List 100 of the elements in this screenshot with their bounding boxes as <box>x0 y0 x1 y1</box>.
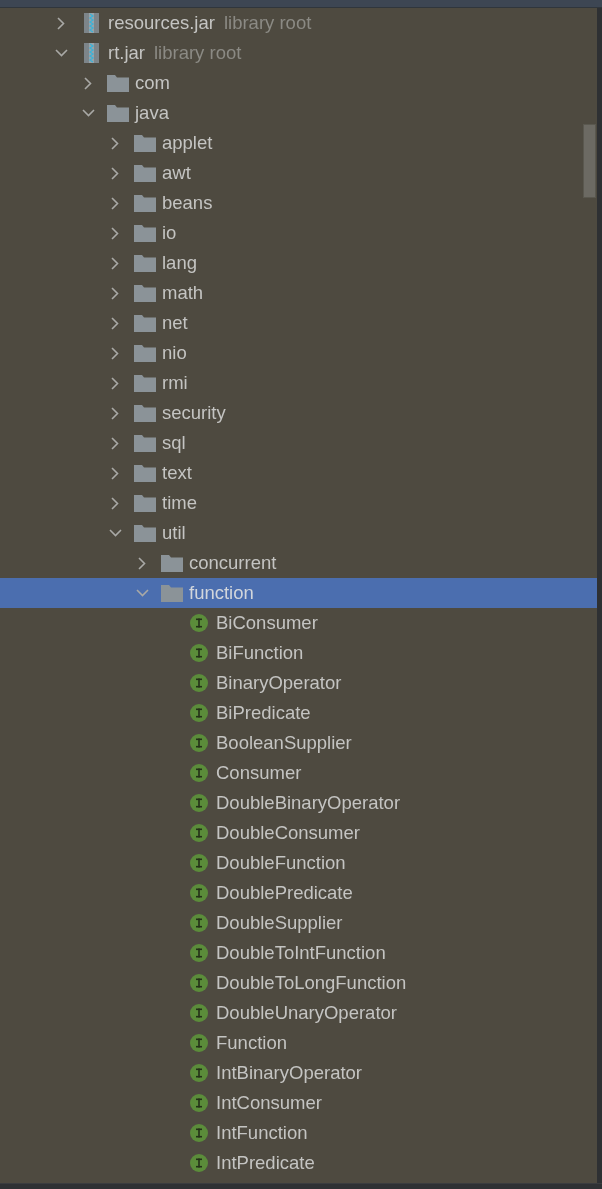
jar-archive-icon <box>83 43 99 63</box>
chevron-right-icon[interactable] <box>111 496 119 510</box>
interface-icon <box>190 884 208 902</box>
tree-row[interactable]: DoubleConsumer <box>0 818 597 848</box>
chevron-right-icon[interactable] <box>111 196 119 210</box>
chevron-right-icon[interactable] <box>111 166 119 180</box>
interface-icon <box>190 644 208 662</box>
chevron-right-icon[interactable] <box>111 316 119 330</box>
chevron-right-icon[interactable] <box>111 406 119 420</box>
folder-icon <box>134 284 156 302</box>
scrollbar-thumb[interactable] <box>583 124 596 198</box>
tree-row[interactable]: awt <box>0 158 597 188</box>
chevron-down-icon[interactable] <box>108 529 122 537</box>
chevron-right-icon[interactable] <box>57 16 65 30</box>
interface-icon <box>190 974 208 992</box>
interface-icon <box>190 914 208 932</box>
tree-row[interactable]: beans <box>0 188 597 218</box>
tree-row[interactable]: IntPredicate <box>0 1148 597 1178</box>
chevron-right-icon[interactable] <box>84 76 92 90</box>
interface-icon <box>190 1034 208 1052</box>
jar-archive-icon <box>83 13 99 33</box>
folder-icon <box>134 344 156 362</box>
interface-icon <box>190 704 208 722</box>
tree-row[interactable]: IntFunction <box>0 1118 597 1148</box>
folder-icon <box>161 584 183 602</box>
chevron-down-icon[interactable] <box>81 109 95 117</box>
folder-icon <box>134 524 156 542</box>
interface-icon <box>190 794 208 812</box>
chevron-right-icon[interactable] <box>111 136 119 150</box>
tree-row[interactable]: text <box>0 458 597 488</box>
library-root-hint: library root <box>223 12 312 34</box>
tree-row[interactable]: DoubleFunction <box>0 848 597 878</box>
tree-row[interactable]: DoubleUnaryOperator <box>0 998 597 1028</box>
chevron-right-icon[interactable] <box>111 376 119 390</box>
folder-icon <box>134 434 156 452</box>
tree-row[interactable]: security <box>0 398 597 428</box>
interface-icon <box>190 944 208 962</box>
tree-row[interactable]: DoublePredicate <box>0 878 597 908</box>
library-root-hint: library root <box>154 42 242 64</box>
interface-icon <box>190 764 208 782</box>
interface-icon <box>190 824 208 842</box>
chevron-right-icon[interactable] <box>138 556 146 570</box>
chevron-right-icon[interactable] <box>111 346 119 360</box>
tree-row[interactable]: IntConsumer <box>0 1088 597 1118</box>
folder-icon <box>134 224 156 242</box>
folder-icon <box>134 404 156 422</box>
folder-icon <box>161 554 183 572</box>
tree-row[interactable]: IntBinaryOperator <box>0 1058 597 1088</box>
tree-row[interactable]: com <box>0 68 597 98</box>
tree-row[interactable]: nio <box>0 338 597 368</box>
interface-icon <box>190 674 208 692</box>
folder-icon <box>107 74 129 92</box>
chevron-down-icon[interactable] <box>54 49 68 57</box>
tree-row[interactable]: function <box>0 578 597 608</box>
tree-row[interactable]: Function <box>0 1028 597 1058</box>
tree-row[interactable]: applet <box>0 128 597 158</box>
interface-icon <box>190 1004 208 1022</box>
interface-icon <box>190 1064 208 1082</box>
interface-icon <box>190 854 208 872</box>
folder-icon <box>134 494 156 512</box>
tree-row[interactable]: concurrent <box>0 548 597 578</box>
tree-row[interactable]: BiPredicate <box>0 698 597 728</box>
tree-row[interactable]: BooleanSupplier <box>0 728 597 758</box>
tree-row[interactable]: resources.jar library root <box>0 8 597 38</box>
folder-icon <box>134 164 156 182</box>
chevron-right-icon[interactable] <box>111 286 119 300</box>
chevron-right-icon[interactable] <box>111 466 119 480</box>
tree-row[interactable]: rt.jar library root <box>0 38 597 68</box>
interface-icon <box>190 1094 208 1112</box>
folder-icon <box>134 374 156 392</box>
folder-icon <box>134 134 156 152</box>
tree-row[interactable]: DoubleSupplier <box>0 908 597 938</box>
tree-row[interactable]: DoubleToLongFunction <box>0 968 597 998</box>
tree-row[interactable]: Consumer <box>0 758 597 788</box>
folder-icon <box>134 194 156 212</box>
tree-row[interactable]: io <box>0 218 597 248</box>
folder-icon <box>134 464 156 482</box>
folder-icon <box>107 104 129 122</box>
tree-row[interactable]: lang <box>0 248 597 278</box>
tree-row[interactable]: sql <box>0 428 597 458</box>
tree-row[interactable]: rmi <box>0 368 597 398</box>
interface-icon <box>190 1124 208 1142</box>
chevron-right-icon[interactable] <box>111 256 119 270</box>
tree-row[interactable]: DoubleBinaryOperator <box>0 788 597 818</box>
tree-row[interactable]: net <box>0 308 597 338</box>
folder-icon <box>134 314 156 332</box>
tree-row[interactable]: BiConsumer <box>0 608 597 638</box>
tree-row[interactable]: BinaryOperator <box>0 668 597 698</box>
tree-row[interactable]: time <box>0 488 597 518</box>
chevron-right-icon[interactable] <box>111 226 119 240</box>
interface-icon <box>190 734 208 752</box>
chevron-right-icon[interactable] <box>111 436 119 450</box>
tree-row[interactable]: util <box>0 518 597 548</box>
folder-icon <box>134 254 156 272</box>
tree-row[interactable]: java <box>0 98 597 128</box>
tree-row[interactable]: BiFunction <box>0 638 597 668</box>
tree-row[interactable]: math <box>0 278 597 308</box>
chevron-down-icon[interactable] <box>135 589 149 597</box>
interface-icon <box>190 614 208 632</box>
tree-row[interactable]: DoubleToIntFunction <box>0 938 597 968</box>
